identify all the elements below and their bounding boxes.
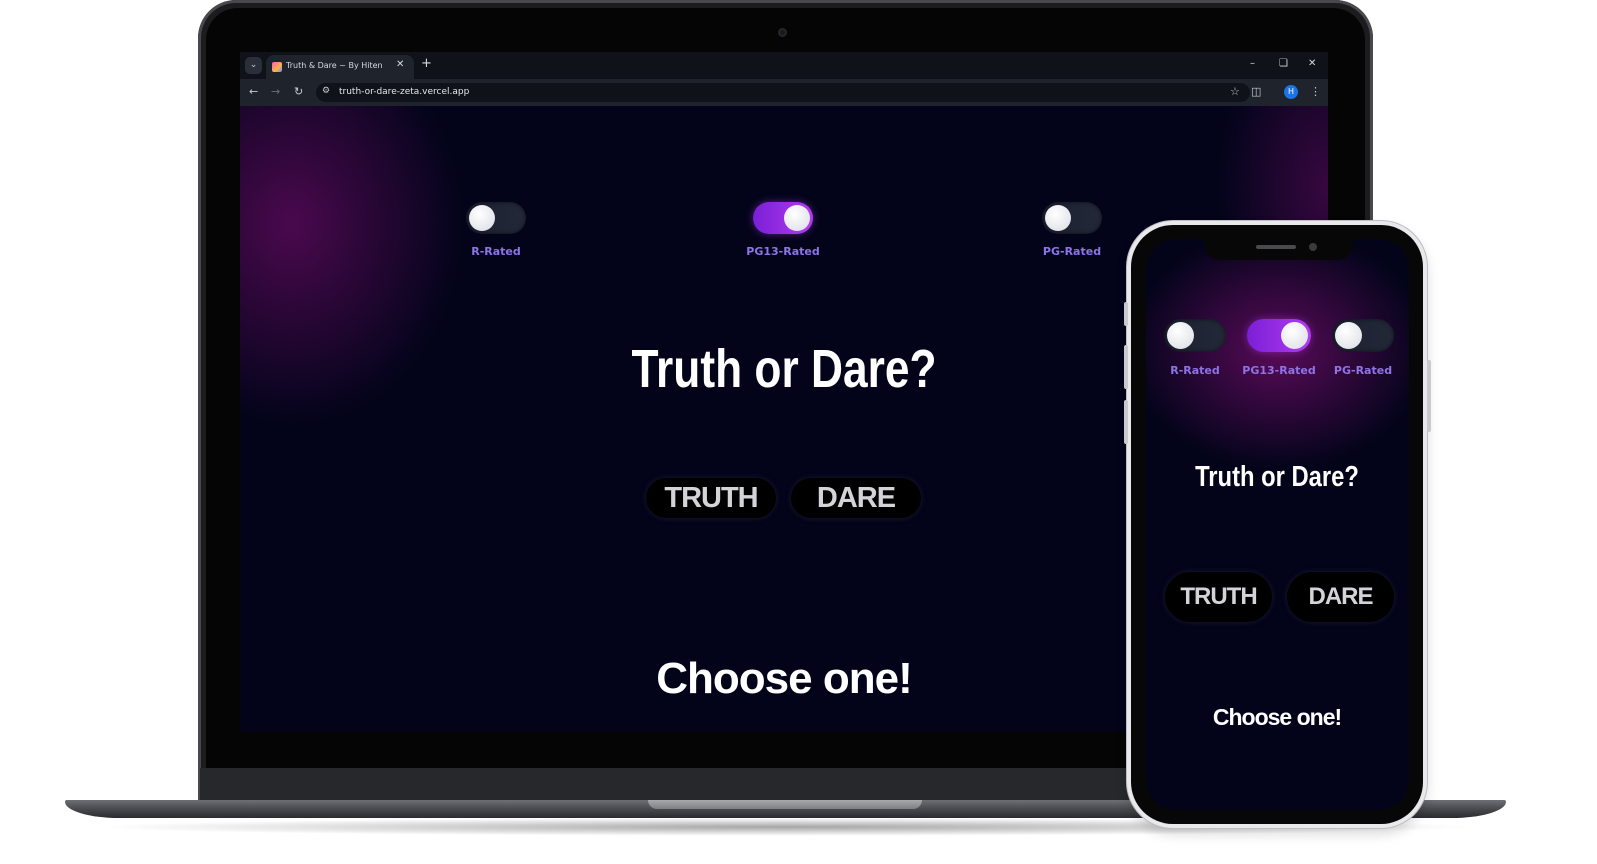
minimize-icon[interactable]: –: [1250, 58, 1255, 70]
mobile-r-rated-switch[interactable]: [1164, 319, 1226, 352]
new-tab-icon[interactable]: +: [421, 57, 432, 71]
close-tab-icon[interactable]: ✕: [396, 59, 404, 70]
phone-volume-down-button: [1124, 400, 1128, 444]
pg13-rated-label: PG13-Rated: [746, 245, 820, 258]
menu-icon[interactable]: ⋮: [1310, 85, 1321, 99]
phone-notch: [1204, 239, 1353, 260]
phone-front-camera: [1309, 243, 1317, 251]
switch-knob: [784, 205, 810, 231]
mobile-truth-button[interactable]: TRUTH: [1165, 572, 1272, 622]
switch-knob: [469, 205, 495, 231]
toggle-r-rated: R-Rated: [451, 202, 541, 258]
phone-volume-up-button: [1124, 345, 1128, 389]
choose-prompt: Choose one!: [656, 654, 912, 703]
switch-knob: [1045, 205, 1071, 231]
extensions-icon[interactable]: ◫: [1251, 85, 1261, 99]
favicon-icon: [272, 62, 282, 72]
phone-mute-button: [1124, 302, 1128, 326]
mobile-toggle-pg13-rated: PG13-Rated: [1239, 319, 1319, 377]
r-rated-label: R-Rated: [471, 245, 521, 258]
page-title: Truth or Dare?: [631, 339, 937, 399]
laptop-camera: [778, 28, 787, 37]
mobile-r-rated-label: R-Rated: [1170, 364, 1220, 377]
mobile-page-title: Truth or Dare?: [1195, 461, 1359, 493]
switch-knob: [1335, 322, 1362, 349]
mobile-toggle-r-rated: R-Rated: [1159, 319, 1231, 377]
back-icon[interactable]: ←: [249, 85, 258, 99]
phone-power-button: [1427, 360, 1431, 432]
url-text[interactable]: truth-or-dare-zeta.vercel.app: [339, 87, 469, 97]
site-info-icon[interactable]: ⚙: [322, 86, 330, 96]
mobile-pg13-rated-label: PG13-Rated: [1242, 364, 1316, 377]
switch-knob: [1167, 322, 1194, 349]
laptop-opening-notch: [648, 800, 922, 809]
pg-rated-label: PG-Rated: [1042, 245, 1102, 258]
mobile-pg13-rated-switch[interactable]: [1247, 319, 1311, 352]
tab-dropdown-icon[interactable]: ⌄: [245, 57, 262, 74]
browser-tab[interactable]: Truth & Dare ~ By Hiten ✕: [266, 55, 414, 79]
dare-button[interactable]: DARE: [791, 478, 921, 518]
pg13-rated-switch[interactable]: [753, 202, 813, 234]
restore-icon[interactable]: ❏: [1279, 58, 1288, 70]
tab-bar: ⌄ Truth & Dare ~ By Hiten ✕ + – ❏ ✕: [240, 52, 1328, 79]
toggle-pg-rated: PG-Rated: [1027, 202, 1117, 258]
browser-toolbar: ← → ↻ ⚙ truth-or-dare-zeta.vercel.app ☆ …: [240, 79, 1328, 106]
switch-knob: [1281, 322, 1308, 349]
phone-speaker: [1256, 245, 1296, 249]
address-bar[interactable]: ⚙ truth-or-dare-zeta.vercel.app ☆: [316, 83, 1250, 102]
phone-screen: R-Rated PG13-Rated PG-Rated Truth or Dar…: [1146, 239, 1409, 810]
reload-icon[interactable]: ↻: [294, 85, 303, 99]
mobile-dare-button[interactable]: DARE: [1287, 572, 1394, 622]
profile-avatar[interactable]: H: [1284, 85, 1298, 99]
window-close-icon[interactable]: ✕: [1308, 58, 1316, 70]
mobile-pg-rated-label: PG-Rated: [1333, 364, 1393, 377]
toggle-pg13-rated: PG13-Rated: [738, 202, 828, 258]
bookmark-star-icon[interactable]: ☆: [1230, 85, 1240, 98]
forward-icon[interactable]: →: [271, 85, 280, 99]
mobile-choose-prompt: Choose one!: [1212, 704, 1342, 730]
tab-title: Truth & Dare ~ By Hiten: [286, 61, 383, 70]
truth-button[interactable]: TRUTH: [646, 478, 776, 518]
mobile-toggle-pg-rated: PG-Rated: [1327, 319, 1399, 377]
r-rated-switch[interactable]: [466, 202, 526, 234]
mobile-pg-rated-switch[interactable]: [1332, 319, 1394, 352]
pg-rated-switch[interactable]: [1042, 202, 1102, 234]
